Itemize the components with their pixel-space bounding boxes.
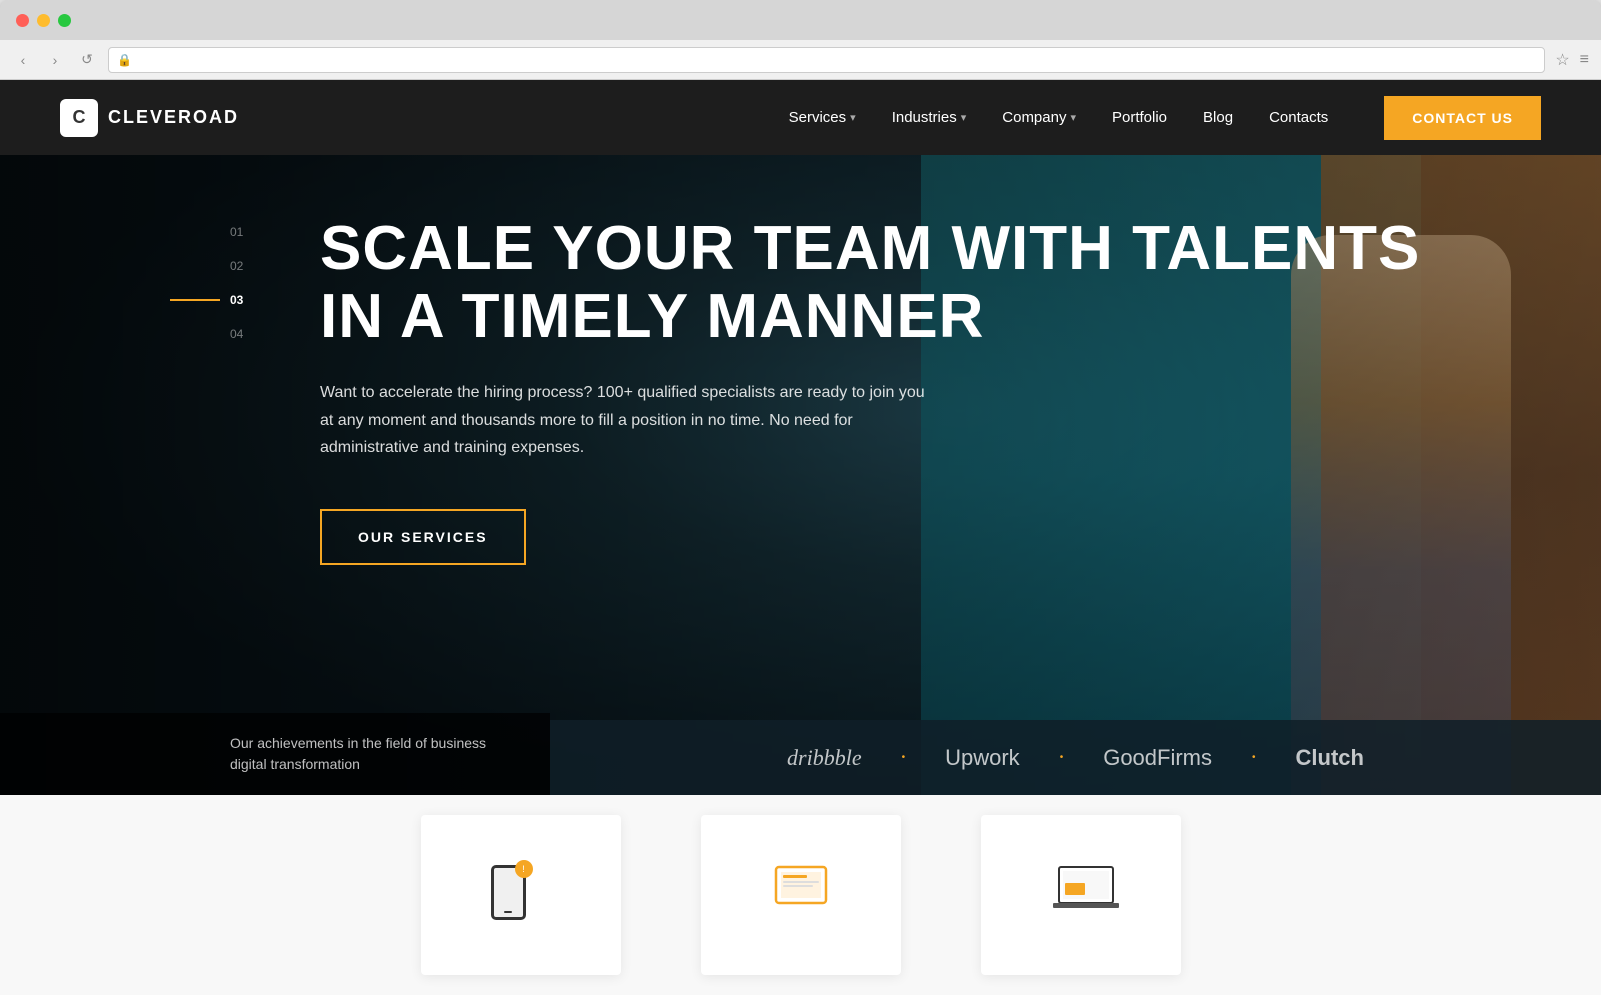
nav-company[interactable]: Company ▾ (1002, 109, 1076, 126)
browser-menu-icon[interactable]: ≡ (1580, 51, 1589, 69)
brands-bar: dribbble • Upwork • GoodFirms • Clutch (550, 720, 1601, 795)
company-chevron-icon: ▾ (1070, 111, 1076, 124)
logo-text: CLEVEROAD (108, 107, 239, 128)
services-chevron-icon: ▾ (850, 111, 856, 124)
contact-us-button[interactable]: CONTACT US (1384, 96, 1541, 140)
navbar: C CLEVEROAD Services ▾ Industries ▾ Comp… (0, 80, 1601, 155)
hero-title: SCALE YOUR TEAM WITH TALENTS IN A TIMELY… (320, 215, 1501, 351)
slide-4[interactable]: 04 (230, 327, 280, 341)
nav-industries[interactable]: Industries ▾ (892, 109, 967, 126)
nav-services[interactable]: Services ▾ (789, 109, 856, 126)
logo-icon: C (60, 99, 98, 137)
hero-text-block: SCALE YOUR TEAM WITH TALENTS IN A TIMELY… (320, 215, 1501, 565)
achievements-label: Our achievements in the field of busines… (230, 733, 510, 775)
dribbble-brand: dribbble (747, 745, 902, 771)
address-bar[interactable]: 🔒 (108, 47, 1545, 73)
service-icon-2 (771, 865, 831, 925)
notification-badge: ! (515, 860, 533, 878)
slide-3-active[interactable]: 03 (230, 293, 280, 307)
nav-contacts[interactable]: Contacts (1269, 109, 1328, 126)
hero-content: 01 02 03 04 SCALE YOUR TEAM WITH TALENTS… (0, 155, 1601, 565)
slide-2[interactable]: 02 (230, 259, 280, 273)
browser-titlebar (0, 0, 1601, 40)
back-button[interactable]: ‹ (12, 49, 34, 71)
bookmark-icon[interactable]: ☆ (1555, 50, 1569, 70)
minimize-dot[interactable] (37, 14, 50, 27)
browser-toolbar: ‹ › ↺ 🔒 ☆ ≡ (0, 40, 1601, 80)
logo-letter: C (73, 107, 86, 128)
clutch-brand: Clutch (1256, 745, 1404, 771)
browser-window: ‹ › ↺ 🔒 ☆ ≡ C CLEVEROAD Services ▾ (0, 0, 1601, 995)
upwork-brand: Upwork (905, 745, 1060, 771)
goodfirms-brand: GoodFirms (1063, 745, 1252, 771)
hero-subtitle: Want to accelerate the hiring process? 1… (320, 379, 940, 461)
forward-button[interactable]: › (44, 49, 66, 71)
refresh-button[interactable]: ↺ (76, 49, 98, 71)
nav-portfolio[interactable]: Portfolio (1112, 109, 1167, 126)
nav-blog[interactable]: Blog (1203, 109, 1233, 126)
slide-indicators: 01 02 03 04 (230, 215, 280, 565)
slide-1[interactable]: 01 (230, 225, 280, 239)
service-icon-3 (1051, 865, 1111, 925)
laptop-icon (1051, 865, 1121, 920)
mobile-device-icon: ! (491, 865, 526, 920)
website-content: C CLEVEROAD Services ▾ Industries ▾ Comp… (0, 80, 1601, 995)
service-icon-1: ! (491, 865, 551, 925)
hero-bottom-bar: Our achievements in the field of busines… (0, 713, 1601, 795)
maximize-dot[interactable] (58, 14, 71, 27)
logo[interactable]: C CLEVEROAD (60, 99, 239, 137)
achievements-section: Our achievements in the field of busines… (0, 713, 550, 795)
service-card-2 (701, 815, 901, 975)
nav-links: Services ▾ Industries ▾ Company ▾ Portfo… (789, 96, 1541, 140)
service-card-3 (981, 815, 1181, 975)
ssl-icon: 🔒 (117, 53, 132, 67)
our-services-button[interactable]: OUR SERVICES (320, 509, 526, 565)
industries-chevron-icon: ▾ (961, 111, 967, 124)
hero-section: 01 02 03 04 SCALE YOUR TEAM WITH TALENTS… (0, 155, 1601, 795)
service-card-1: ! (421, 815, 621, 975)
tablet-icon (771, 865, 831, 915)
close-dot[interactable] (16, 14, 29, 27)
below-fold-section: ! (0, 795, 1601, 995)
